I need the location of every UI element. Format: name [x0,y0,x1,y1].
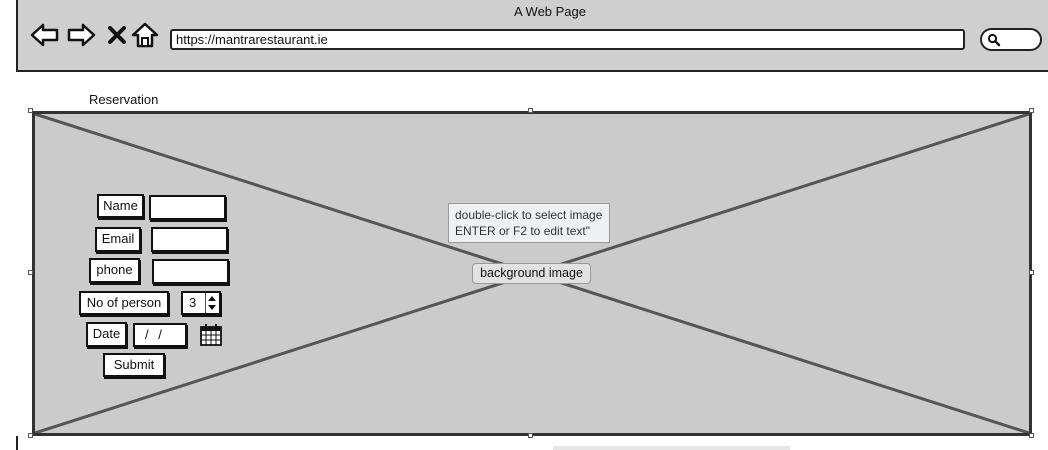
persons-value: 3 [189,295,197,310]
address-bar[interactable]: https://mantrarestaurant.ie [170,29,965,50]
resize-handle-left[interactable] [28,270,33,275]
page-frame-edge [16,436,18,450]
calendar-icon[interactable] [199,323,223,347]
close-icon [108,26,126,44]
email-input[interactable] [151,227,228,252]
name-input[interactable] [149,195,226,220]
submit-button[interactable]: Submit [103,353,165,377]
resize-handle-bottom-left[interactable] [28,433,33,438]
resize-handle-top-left[interactable] [28,108,33,113]
home-button[interactable] [128,20,162,50]
window-title: A Web Page [513,4,587,19]
edit-hint-tooltip: double-click to select image ENTER or F2… [448,203,610,243]
background-image-label: background image [472,263,591,284]
date-label: Date [86,322,127,347]
email-label: Email [95,227,141,252]
search-icon [987,33,1001,47]
horizontal-scrollbar[interactable] [553,446,790,450]
back-arrow-icon [30,23,59,47]
phone-input[interactable] [152,259,229,284]
stepper-arrows-icon[interactable] [205,293,219,313]
resize-handle-top-right[interactable] [1029,108,1034,113]
forward-arrow-icon [67,23,96,47]
name-label: Name [97,194,144,218]
page-title: Reservation [89,92,159,107]
search-field[interactable] [980,28,1042,51]
date-input[interactable]: / / [133,323,187,347]
persons-stepper[interactable]: 3 [181,291,221,315]
resize-handle-bottom-right[interactable] [1029,433,1034,438]
hint-line-edit: ENTER or F2 to edit text" [455,224,590,238]
phone-label: phone [89,258,140,283]
resize-handle-right[interactable] [1029,270,1034,275]
resize-handle-top[interactable] [528,108,533,113]
persons-label: No of person [79,291,169,315]
hint-line-select: double-click to select image [455,208,603,222]
home-icon [131,22,159,48]
resize-handle-bottom[interactable] [528,433,533,438]
back-button[interactable] [28,20,62,50]
forward-button[interactable] [64,20,98,50]
